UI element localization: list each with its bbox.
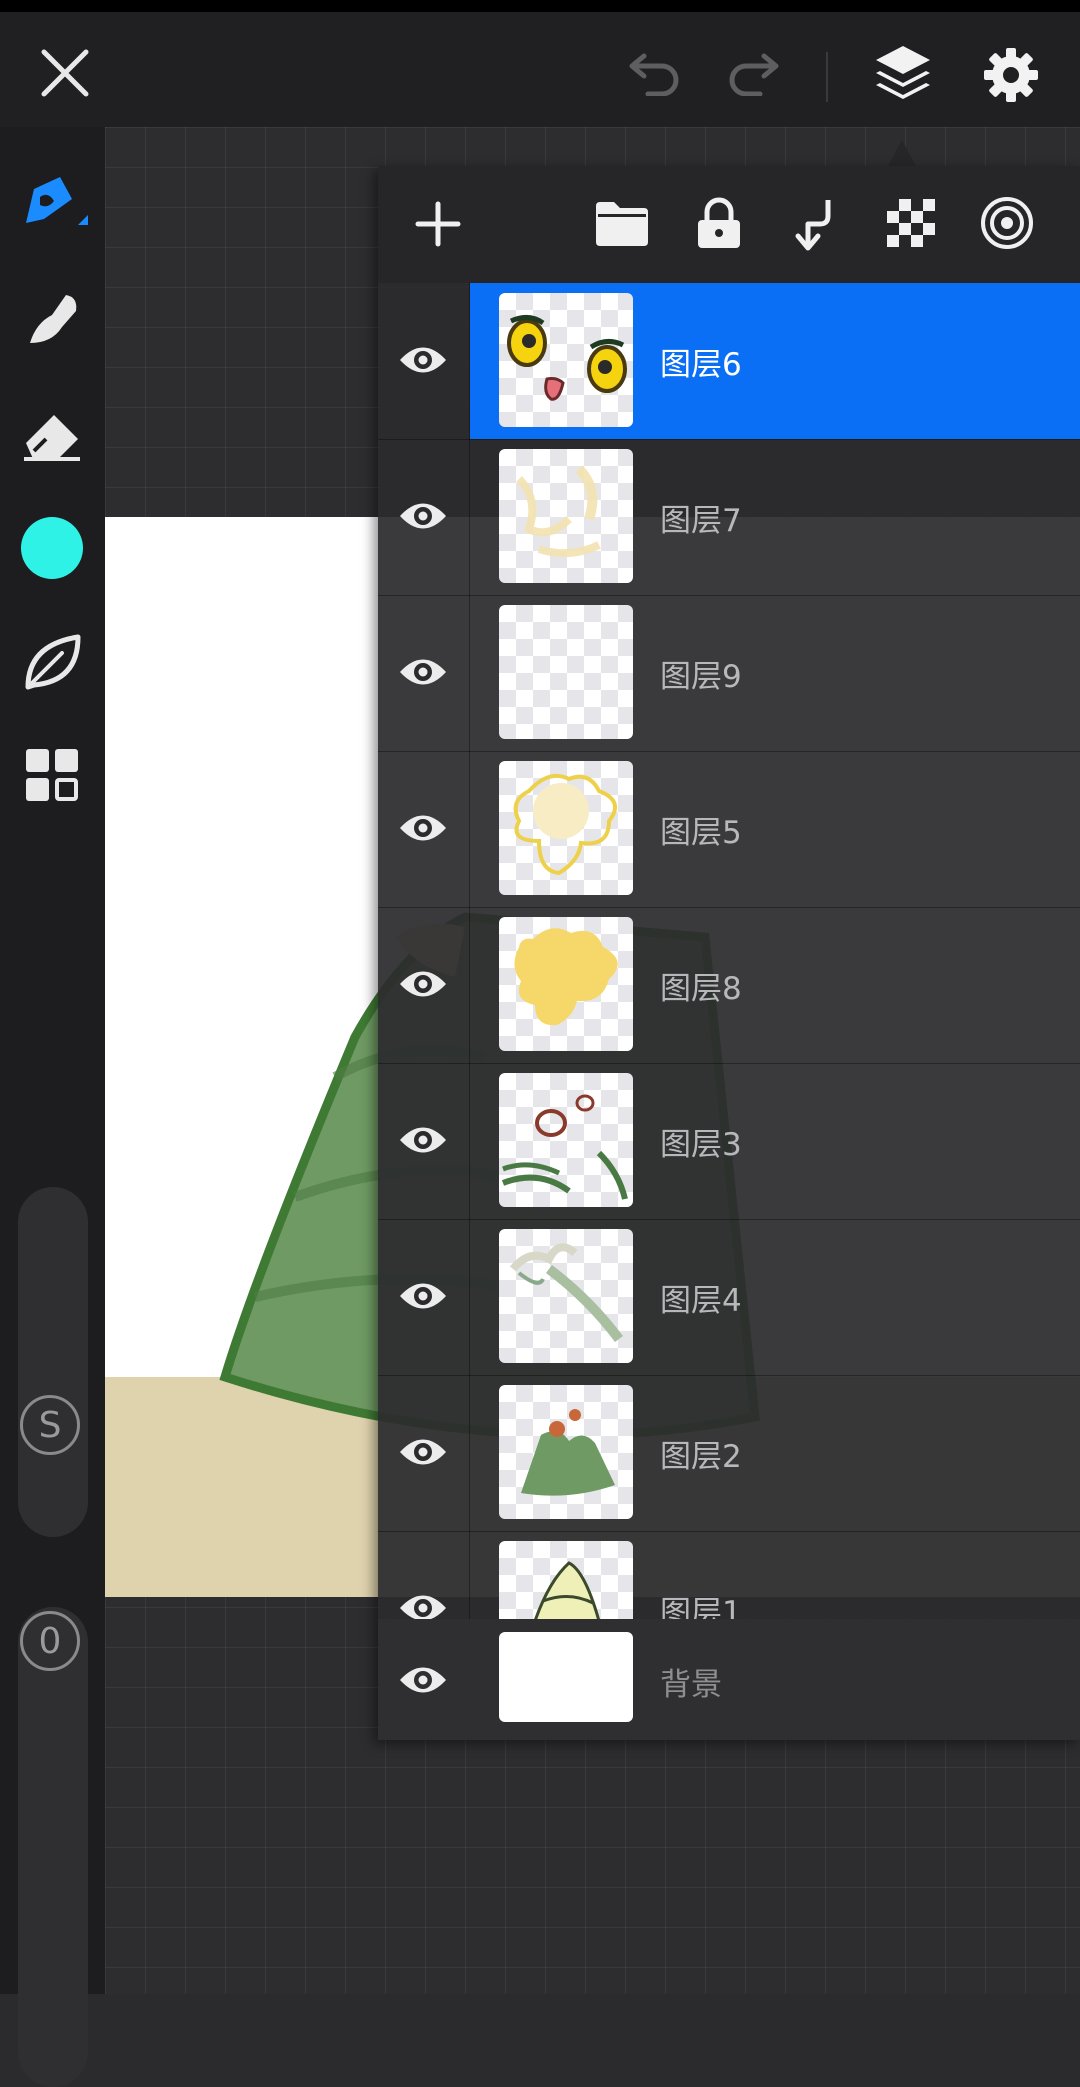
smudge-icon[interactable] [22, 287, 84, 349]
layer-row[interactable]: 图层3 [378, 1063, 1080, 1220]
pen-icon[interactable] [18, 167, 88, 237]
layer-thumbnail [499, 1229, 633, 1363]
opacity-slider[interactable] [18, 1607, 88, 2087]
visibility-toggle[interactable] [378, 595, 470, 751]
layer-row[interactable]: 图层8 [378, 907, 1080, 1064]
layer-row[interactable]: 图层6 [378, 283, 1080, 440]
visibility-toggle[interactable] [378, 907, 470, 1063]
opacity-indicator[interactable]: 0 [20, 1611, 80, 1671]
visibility-toggle[interactable] [378, 1063, 470, 1219]
layer-name: 图层3 [660, 1127, 742, 1163]
layers-toolbar [378, 166, 1080, 283]
eye-icon[interactable] [398, 809, 448, 847]
eraser-icon[interactable] [20, 409, 84, 463]
visibility-toggle[interactable] [378, 1219, 470, 1375]
grid-menu-icon[interactable] [24, 747, 80, 803]
layer-row[interactable]: 图层5 [378, 751, 1080, 908]
layer-name: 图层8 [660, 971, 742, 1007]
layer-name: 图层4 [660, 1283, 742, 1319]
layer-name: 图层6 [660, 347, 742, 383]
layer-thumbnail [499, 1385, 633, 1519]
eye-icon[interactable] [398, 965, 448, 1003]
layer-thumbnail [499, 761, 633, 895]
top-toolbar [0, 12, 1080, 127]
layer-row[interactable]: 图层9 [378, 595, 1080, 752]
transparency-icon[interactable] [886, 198, 936, 248]
layers-panel: 图层6 图层7 图层9 图层5 图层8 图层3 图层4 图层2 图层1 背景 [378, 166, 1080, 1740]
layer-name: 图层1 [660, 1595, 742, 1619]
eye-icon[interactable] [398, 341, 448, 379]
layer-name: 图层2 [660, 1439, 742, 1475]
layer-name: 图层7 [660, 503, 742, 539]
visibility-toggle[interactable] [378, 1375, 470, 1531]
layer-thumbnail [499, 1541, 633, 1619]
tool-sidebar: S 0 [0, 127, 105, 2087]
eye-icon[interactable] [398, 653, 448, 691]
add-layer-icon[interactable] [414, 200, 462, 248]
layers-icon[interactable] [872, 42, 934, 104]
layer-name: 背景 [660, 1667, 722, 1703]
layer-row[interactable]: 图层7 [378, 439, 1080, 596]
visibility-toggle[interactable] [378, 1619, 469, 1740]
visibility-toggle[interactable] [378, 751, 470, 907]
background-layer-row[interactable]: 背景 [378, 1619, 1080, 1740]
panel-pointer [888, 140, 916, 166]
visibility-toggle[interactable] [378, 283, 470, 439]
size-indicator[interactable]: S [20, 1395, 80, 1455]
eye-icon[interactable] [398, 497, 448, 535]
layer-thumbnail [499, 605, 633, 739]
status-bar [0, 0, 1080, 12]
merge-down-icon[interactable] [794, 196, 834, 252]
eye-icon[interactable] [398, 1661, 448, 1699]
close-icon[interactable] [40, 48, 90, 98]
layer-thumbnail [499, 293, 633, 427]
lock-icon[interactable] [694, 196, 744, 250]
toolbar-divider [826, 52, 828, 102]
undo-icon[interactable] [626, 50, 684, 96]
layer-row[interactable]: 图层1 [378, 1531, 1080, 1619]
size-slider[interactable] [18, 1187, 88, 1537]
eye-icon[interactable] [398, 1121, 448, 1159]
folder-icon[interactable] [594, 200, 650, 248]
redo-icon[interactable] [724, 50, 782, 96]
layer-row[interactable]: 图层4 [378, 1219, 1080, 1376]
layer-thumbnail [499, 1073, 633, 1207]
layer-name: 图层5 [660, 815, 742, 851]
layer-thumbnail [499, 917, 633, 1051]
visibility-toggle[interactable] [378, 1531, 470, 1619]
layer-row[interactable]: 图层2 [378, 1375, 1080, 1532]
layer-thumbnail [499, 449, 633, 583]
eye-icon[interactable] [398, 1433, 448, 1471]
layer-list[interactable]: 图层6 图层7 图层9 图层5 图层8 图层3 图层4 图层2 图层1 [378, 283, 1080, 1619]
eye-icon[interactable] [398, 1277, 448, 1315]
leaf-icon[interactable] [22, 631, 84, 693]
layer-thumbnail [499, 1632, 633, 1722]
gear-icon[interactable] [982, 46, 1040, 104]
eye-icon[interactable] [398, 1589, 448, 1619]
target-icon[interactable] [980, 196, 1034, 250]
color-swatch[interactable] [21, 517, 83, 579]
visibility-toggle[interactable] [378, 439, 470, 595]
layer-name: 图层9 [660, 659, 742, 695]
